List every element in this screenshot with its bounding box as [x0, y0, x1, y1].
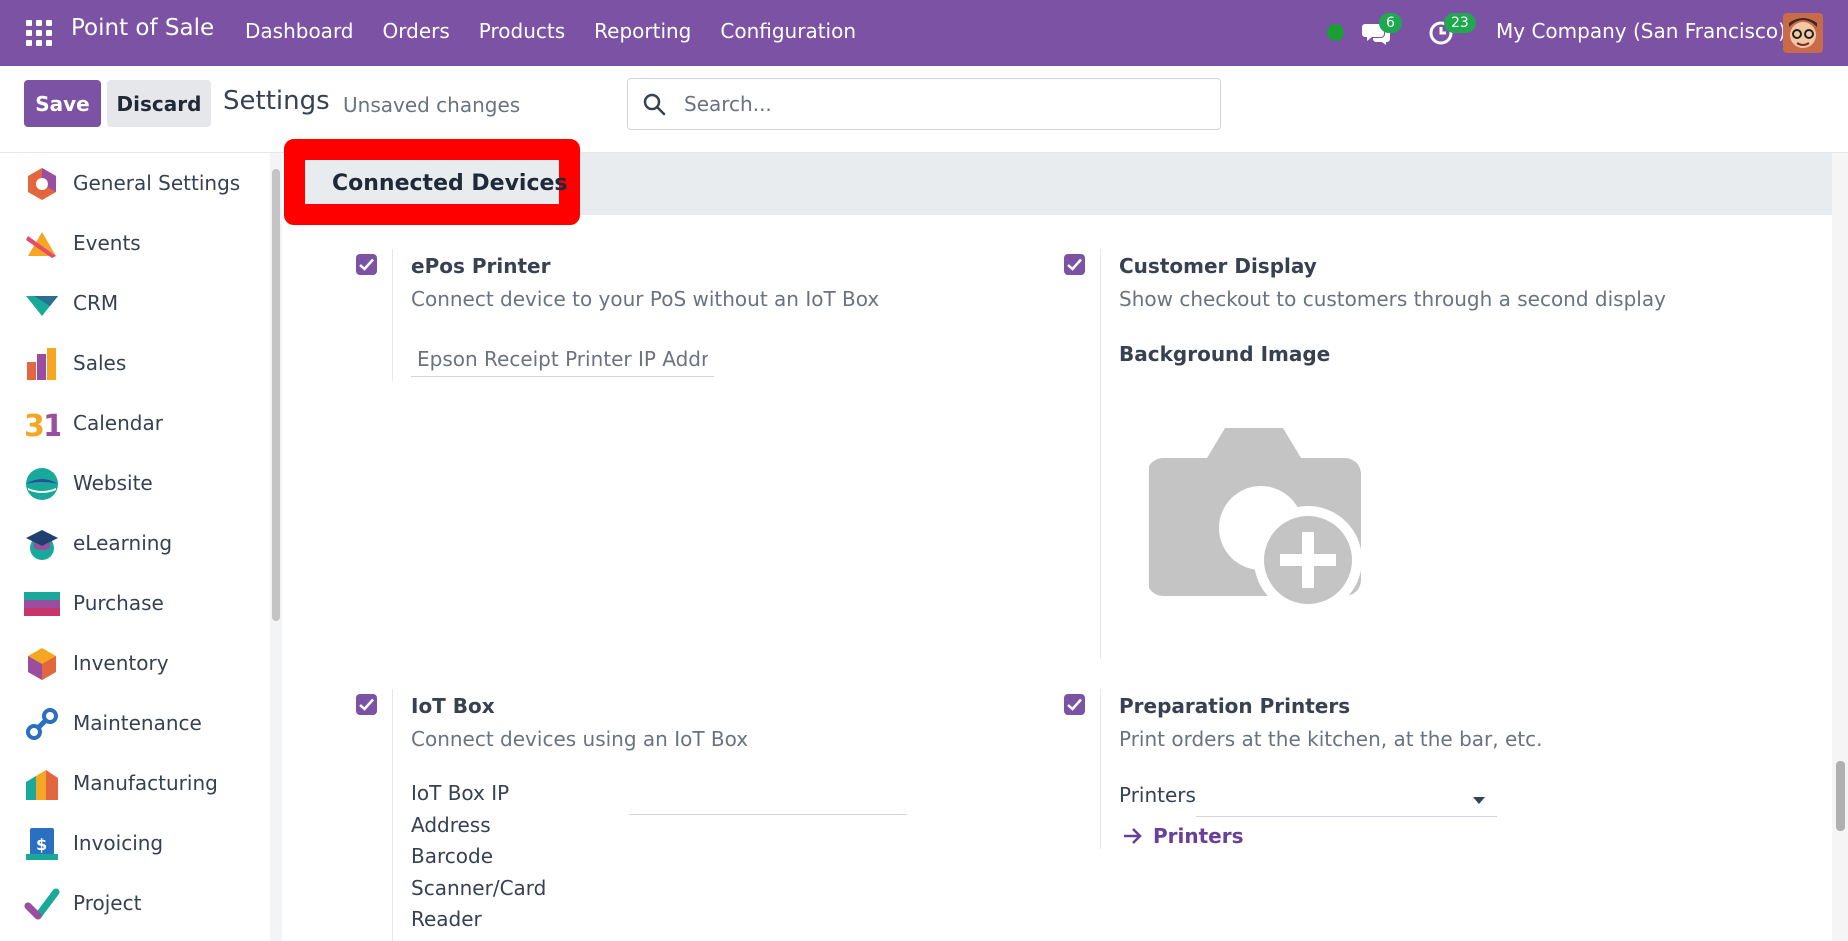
epos-printer-description: Connect device to your PoS without an Io… [411, 287, 880, 311]
preparation-printers-checkbox[interactable] [1064, 694, 1085, 715]
divider [1100, 249, 1101, 659]
iot-box-ip-input[interactable] [629, 779, 907, 815]
main-menu: Dashboard Orders Products Reporting Conf… [245, 19, 885, 43]
menu-configuration[interactable]: Configuration [720, 19, 856, 43]
menu-products[interactable]: Products [479, 19, 565, 43]
activities-count-badge: 23 [1444, 13, 1476, 33]
printers-field-label: Printers [1119, 783, 1196, 807]
sidebar-item-website[interactable]: Website [0, 459, 270, 509]
barcode-scanner-label-line2: Scanner/Card [411, 876, 547, 900]
sales-icon [27, 348, 56, 380]
sidebar-item-invoicing[interactable]: $ Invoicing [0, 819, 270, 869]
apps-grid-icon[interactable] [26, 20, 52, 46]
manufacturing-icon [26, 770, 58, 800]
content-scrollbar[interactable] [1832, 153, 1848, 941]
app-name[interactable]: Point of Sale [71, 15, 214, 41]
user-avatar[interactable] [1783, 13, 1823, 53]
maintenance-icon [26, 708, 58, 740]
menu-dashboard[interactable]: Dashboard [245, 19, 354, 43]
sidebar-item-sales[interactable]: Sales [0, 339, 270, 389]
iot-box-title: IoT Box [411, 694, 495, 718]
sidebar-item-events[interactable]: Events [0, 219, 270, 269]
epson-ip-input[interactable] [411, 341, 714, 377]
sidebar-item-manufacturing[interactable]: Manufacturing [0, 759, 270, 809]
project-icon [24, 888, 60, 920]
sidebar-item-project[interactable]: Project [0, 879, 270, 929]
barcode-scanner-label-line3: Reader [411, 907, 482, 931]
top-navbar: Point of Sale Dashboard Orders Products … [0, 0, 1848, 66]
divider [392, 689, 393, 941]
printers-select[interactable] [1196, 781, 1497, 817]
general-settings-icon [28, 168, 56, 200]
svg-text:3: 3 [24, 409, 45, 442]
purchase-icon [24, 592, 60, 616]
sidebar-item-maintenance[interactable]: Maintenance [0, 699, 270, 749]
invoicing-icon: $ [26, 828, 58, 860]
svg-text:$: $ [36, 835, 47, 854]
sidebar-item-elearning[interactable]: eLearning [0, 519, 270, 569]
search-icon [643, 93, 666, 116]
svg-text:1: 1 [43, 409, 60, 442]
sidebar-item-crm[interactable]: CRM [0, 279, 270, 329]
menu-orders[interactable]: Orders [383, 19, 450, 43]
arrow-right-icon [1124, 828, 1142, 844]
page-title: Settings [223, 86, 330, 116]
customer-display-description: Show checkout to customers through a sec… [1119, 287, 1666, 311]
control-panel: Save Discard Settings Unsaved changes [0, 66, 1848, 153]
online-status-icon [1327, 24, 1344, 41]
messages-count-badge: 6 [1379, 13, 1402, 33]
unsaved-status: Unsaved changes [343, 93, 521, 117]
calendar-icon: 3 1 [24, 409, 60, 442]
menu-reporting[interactable]: Reporting [594, 19, 691, 43]
image-upload-camera-icon[interactable] [1149, 428, 1373, 622]
epos-printer-checkbox[interactable] [356, 254, 377, 275]
website-icon [26, 468, 58, 500]
customer-display-checkbox[interactable] [1064, 254, 1085, 275]
printers-link[interactable]: Printers [1153, 824, 1244, 848]
background-image-label: Background Image [1119, 342, 1331, 366]
content-scrollbar-thumb[interactable] [1836, 761, 1845, 831]
search-box [627, 78, 1221, 130]
preparation-printers-description: Print orders at the kitchen, at the bar,… [1119, 727, 1543, 751]
inventory-icon [28, 648, 56, 680]
save-button[interactable]: Save [24, 80, 101, 127]
elearning-icon [26, 530, 58, 560]
sidebar-item-general-settings[interactable]: General Settings [0, 159, 270, 209]
caret-down-icon [1473, 797, 1485, 804]
iot-box-ip-label: IoT Box IP [411, 781, 510, 805]
discard-button[interactable]: Discard [107, 80, 211, 127]
iot-box-checkbox[interactable] [356, 694, 377, 715]
sidebar-item-inventory[interactable]: Inventory [0, 639, 270, 689]
company-switcher[interactable]: My Company (San Francisco) [1496, 19, 1786, 43]
section-title: Connected Devices [332, 171, 568, 196]
sidebar-item-purchase[interactable]: Purchase [0, 579, 270, 629]
preparation-printers-title: Preparation Printers [1119, 694, 1351, 718]
iot-box-description: Connect devices using an IoT Box [411, 727, 749, 751]
barcode-scanner-label: Barcode [411, 844, 493, 868]
sidebar-item-calendar[interactable]: 3 1 Calendar [0, 399, 270, 449]
messages-icon[interactable]: 6 [1362, 13, 1402, 48]
sidebar-scrollbar-thumb[interactable] [272, 169, 280, 621]
customer-display-title: Customer Display [1119, 254, 1317, 278]
crm-icon [26, 296, 58, 316]
activities-clock-icon[interactable]: 23 [1428, 13, 1476, 48]
events-icon [26, 232, 56, 258]
sidebar-scrollbar[interactable] [270, 153, 282, 941]
epos-printer-title: ePos Printer [411, 254, 551, 278]
iot-box-ip-label-line2: Address [411, 813, 491, 837]
divider [392, 249, 393, 381]
divider [1100, 689, 1101, 849]
settings-sidebar: General Settings Events CRM Sales 3 1 Ca… [0, 153, 270, 941]
search-input[interactable] [682, 89, 1202, 119]
settings-content: Connected Devices ePos Printer Connect d… [284, 139, 1832, 941]
